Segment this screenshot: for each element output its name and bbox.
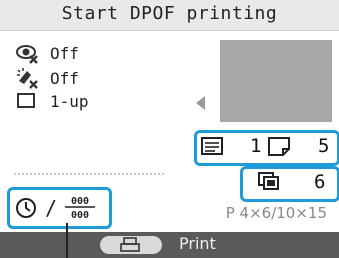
callout-line [66,223,68,258]
layout-value: 1-up [50,91,89,111]
title-bar: Start DPOF printing [0,0,339,31]
date-separator: / [45,196,58,220]
paper-size-label: P 4×6/10×15 [225,204,327,222]
sheet-icon [268,137,290,156]
total-prints: 6 [314,171,326,193]
setting-optimize: Off [16,66,79,90]
printer-icon [120,237,140,252]
print-copies-icon [201,137,223,155]
clock-icon [16,198,36,218]
previous-image-arrow[interactable] [196,96,205,110]
red-eye-value: Off [50,43,79,63]
optimize-value: Off [50,68,79,88]
setting-red-eye: Off [16,41,79,65]
separator-dots [14,173,164,175]
svg-text:000: 000 [71,196,89,207]
layout-icon [17,93,35,108]
svg-text:000: 000 [71,210,89,220]
image-preview [220,40,332,122]
screen-title: Start DPOF printing [61,3,278,24]
copies-per-image: 1 [250,135,262,157]
setting-layout: 1-up [16,89,89,113]
red-eye-off-icon [16,45,38,64]
total-prints-icon [258,172,279,190]
dpof-print-screen: Start DPOF printing Off Off 1-up 1 5 6 /… [0,0,339,258]
image-count: 5 [318,135,330,157]
date-imprint-icon: 000 000 [65,196,95,220]
print-label[interactable]: Print [179,234,216,253]
bottom-bar [0,232,339,258]
image-optimize-off-icon [17,68,38,89]
